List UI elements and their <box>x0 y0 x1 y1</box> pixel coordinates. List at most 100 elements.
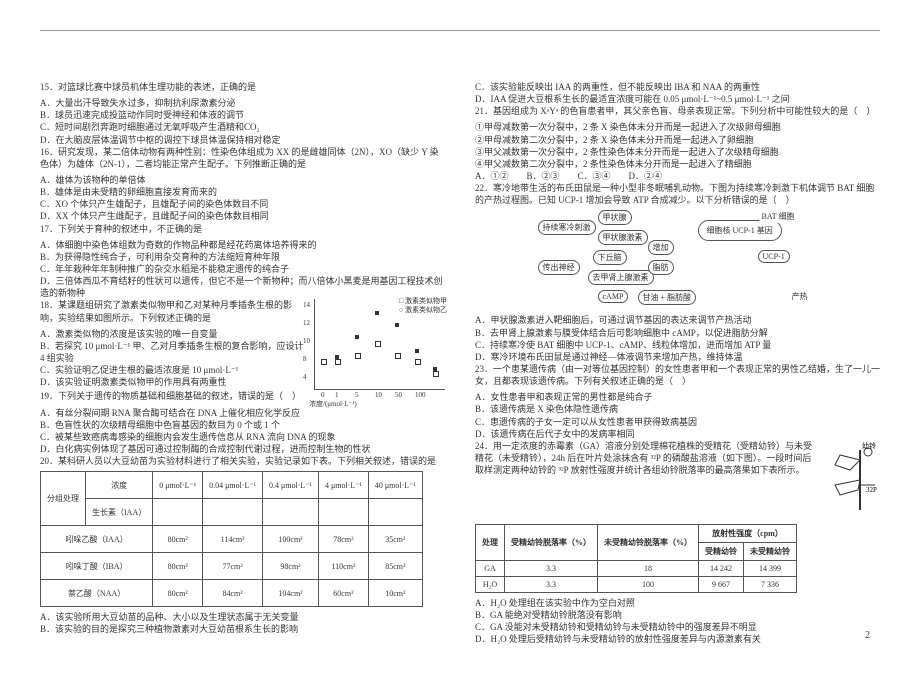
q17-d: D．三倍体西瓜不育结籽的性状可以遗传，但它不是一个新物种；而八倍体小黑麦是用基因… <box>40 275 445 299</box>
q20-c: C．该实验能反映出 IAA 的两重性，但不能反映出 IBA 和 NAA 的两重性 <box>475 81 880 93</box>
t20-grp: 分组处理 <box>41 472 86 526</box>
page-number: 2 <box>865 630 870 641</box>
x5: 5 <box>355 391 359 399</box>
table-q24: 处理 受精幼铃脱落率（%） 未受精幼铃脱落率（%） 放射性强度（cpm） 受精幼… <box>475 524 797 593</box>
q19-b: B．色盲性状的次级精母细胞中色盲基因的数目为 0 个或 1 个 <box>40 419 445 431</box>
q20-b: B．该实验的目的是探究三种植物激素对大豆幼苗根系生长的影响 <box>40 623 445 635</box>
q15-c: C．短时间剧烈奔跑时细胞通过无氧呼吸产生酒精和CO₂ <box>40 121 445 133</box>
t24-h3b: 未受精幼铃 <box>744 542 797 560</box>
t24-r1-3: 14 242 <box>699 560 744 576</box>
t20-r3-0: 萘乙酸（NAA） <box>41 580 153 607</box>
seedling-diagram: 幼铃 32P <box>820 440 880 520</box>
t24-h2: 未受精幼铃脱落率（%） <box>598 524 699 560</box>
d-n13: 去甲肾上腺激素 <box>588 270 654 285</box>
q20-d: D．IAA 促进大豆根系生长的最适宜浓度可能在 0.05 μmol·L⁻¹~0.… <box>475 93 880 105</box>
d-n8: 增加 <box>648 240 674 255</box>
x50: 50 <box>395 391 402 399</box>
t20-h6: 40 μmol·L⁻¹ <box>368 472 422 499</box>
d-n6: 脂肪 <box>648 260 674 275</box>
t20-r3-2: 84cm² <box>203 580 263 607</box>
t20-r2-1: 80cm² <box>153 553 203 580</box>
q21-3: ③甲父减数第一次分裂中，2 条性染色体未分开而是一起进入了次级精母细胞 <box>475 146 880 158</box>
scatter-chart: □ 激素类似物甲 ○ 激素类似物乙 14 12 10 8 4 0 1 5 10 … <box>314 299 445 390</box>
q24-d: D．H₂O 处理后受精幼铃与未受精幼铃的放射性强度差异与内源激素有关 <box>475 633 880 645</box>
legend-b: 激素类似物乙 <box>405 306 447 314</box>
t20-r3-4: 60cm² <box>318 580 368 607</box>
q17-c: C．年年栽种年年制种推广的杂交水稻是不能稳定遗传的纯合子 <box>40 263 445 275</box>
x0: 0 <box>321 391 325 399</box>
q19: 19．下列关于遗传的物质基础和细胞基础的叙述，错误的是（ ） <box>40 390 445 402</box>
d-n9: 细胞核 UCP-1 基因 <box>698 220 782 241</box>
bat-diagram: 持续寒冷刺激 传出神经 甲状腺 甲状腺激素 下丘脑 去甲肾上腺激素 cAMP 增… <box>538 210 818 310</box>
t20-r1-4: 78cm² <box>318 526 368 553</box>
q15-b: B．球员迅速完成投篮动作同时受神经和体液的调节 <box>40 109 445 121</box>
t20-h0: 浓度 <box>86 472 153 499</box>
q21-4: ④甲父减数第二次分裂中，2 条性染色体未分开而是一起进入了精细胞 <box>475 158 880 170</box>
t24-r1-1: 3.3 <box>505 560 598 576</box>
t24-h0: 处理 <box>476 524 505 560</box>
xlabel: 浓度/(μmol·L⁻¹) <box>309 399 357 409</box>
legend-a: 激素类似物甲 <box>405 297 447 305</box>
t20-r1-1: 80cm² <box>153 526 203 553</box>
q21-2: ②甲母减数第二次分裂中，2 条 X 染色体未分开而是一起进入了卵细胞 <box>475 134 880 146</box>
d-n12: UCP-1 <box>758 250 790 263</box>
t20-r1-2: 114cm² <box>203 526 263 553</box>
t24-r2-1: 3.3 <box>505 576 598 592</box>
t24-r1-2: 18 <box>598 560 699 576</box>
q16-c: C．XO 个体只产生雄配子，且雄配子间的染色体数目不同 <box>40 198 445 210</box>
d-n1: 持续寒冷刺激 <box>538 220 596 235</box>
q23-a: A．女性患者甲和表现正常的男性都是纯合子 <box>475 391 880 403</box>
t20-r1-5: 35cm² <box>368 526 422 553</box>
t20-h2: 0 μmol·L⁻¹ <box>153 472 203 499</box>
q16-d: D．XX 个体只产生雌配子，且雌配子间的染色体数目相同 <box>40 210 445 222</box>
q22-a: A．甲状腺激素进入靶细胞后，可通过调节基因的表达来调节产热活动 <box>475 314 880 326</box>
q22: 22．寒冷地带生活的布氏田鼠是一种小型非冬眠哺乳动物。下图为持续寒冷刺激下机体调… <box>475 182 880 206</box>
q21-1: ①甲母减数第一次分裂中，2 条 X 染色体未分开而是一起进入了次级卵母细胞 <box>475 121 880 133</box>
x10: 10 <box>375 391 382 399</box>
x100: 100 <box>415 391 426 399</box>
t24-r1-4: 14 399 <box>744 560 797 576</box>
t20-r1-3: 100cm² <box>263 526 319 553</box>
d-n7: 甘油 + 脂肪酸 <box>638 290 697 305</box>
t20-r2-4: 110cm² <box>318 553 368 580</box>
q21-a: A．①② B．②③ C．③④ D．②④ <box>475 170 880 182</box>
d-n3: 甲状腺激素 <box>598 230 648 245</box>
t20-r2-3: 98cm² <box>263 553 319 580</box>
q23: 23．一个患某遗传病（由一对等位基因控制）的女性患者甲和一个表现正常的男性乙结婚… <box>475 363 880 387</box>
q24-a: A．H₂O 处理组在该实验中作为空白对照 <box>475 597 880 609</box>
d-n5: cAMP <box>598 290 629 303</box>
q19-a: A．有丝分裂间期 RNA 聚合酶可结合在 DNA 上催化相应化学反应 <box>40 407 445 419</box>
d-n14: 甲状腺 <box>598 210 632 225</box>
t24-h1: 受精幼铃脱落率（%） <box>505 524 598 560</box>
q16-b: B．雄体是由未受精的卵细胞直接发育而来的 <box>40 186 445 198</box>
q15-a: A．大量出汗导致失水过多，抑制抗利尿激素分泌 <box>40 97 445 109</box>
q22-c: C．持续寒冷使 BAT 细胞中 UCP-1、cAMP、线粒体增加，进而增加 AT… <box>475 339 880 351</box>
y4: 4 <box>303 373 307 381</box>
t24-r2-2: 100 <box>598 576 699 592</box>
y10: 10 <box>303 337 310 345</box>
t20-r2-2: 77cm² <box>203 553 263 580</box>
q23-b: B．该遗传病是 X 染色体隐性遗传病 <box>475 403 880 415</box>
t24-h3a: 受精幼铃 <box>699 542 744 560</box>
q20-a: A．该实验所用大豆幼苗的品种、大小以及生理状态属于无关变量 <box>40 611 445 623</box>
q22-b: B．去甲肾上腺激素与膜受体结合后可影响细胞中 cAMP，以促进脂肪分解 <box>475 327 880 339</box>
t24-h3: 放射性强度（cpm） <box>699 524 797 542</box>
q23-c: C．患遗传病的子女一定可以从女性患者甲获得致病基因 <box>475 416 880 428</box>
q16-a: A．雄体为该物种的单倍体 <box>40 174 445 186</box>
q19-d: D．白化病实例体现了基因可通过控制酶的合成控制代谢过程，进而控制生物的性状 <box>40 443 445 455</box>
seed-lab-b: 32P <box>866 486 877 494</box>
q20: 20．某科研人员以大豆幼苗为实验材料进行了相关实验，实验记录如下表。下列相关叙述… <box>40 455 445 467</box>
d-n4: 下丘脑 <box>593 250 627 265</box>
seed-lab-a: 幼铃 <box>862 441 876 450</box>
t20-r3-3: 104cm² <box>263 580 319 607</box>
t20-r2-0: 吲哚丁酸（IBA） <box>41 553 153 580</box>
t24-r2-0: H₂O <box>476 576 505 592</box>
t20-r3-5: 10cm² <box>368 580 422 607</box>
q17-a: A．体细胞中染色体组数为奇数的作物品种都是经花药离体培养得来的 <box>40 239 445 251</box>
q24-b: B．GA 能绝对受精幼铃脱落没有影响 <box>475 609 880 621</box>
t20-r3-1: 80cm² <box>153 580 203 607</box>
t20-r2-5: 85cm² <box>368 553 422 580</box>
q22-d: D．寒冷环境布氏田鼠是通过神经—体液调节来增加产热，维持体温 <box>475 351 880 363</box>
q15-d: D．在大脑皮层体温调节中枢的调控下球员体温保持相对稳定 <box>40 134 445 146</box>
t24-r2-3: 9 667 <box>699 576 744 592</box>
